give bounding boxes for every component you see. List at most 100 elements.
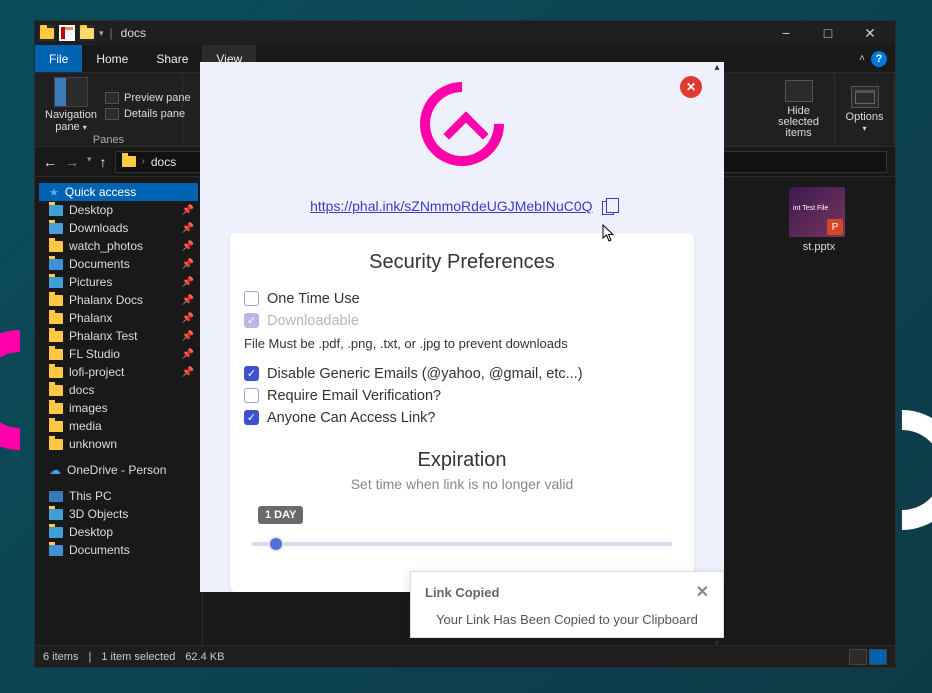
help-icon[interactable]: ? [871,51,887,67]
checkbox-icon[interactable] [244,410,259,425]
titlebar-divider: | [110,26,113,40]
quick-access-toolbar: ▾ [39,25,104,41]
nav-forward-icon[interactable]: → [65,154,79,170]
options-icon [851,86,879,108]
pin-icon: 📌 [182,349,194,360]
checkbox-icon [244,313,259,328]
pin-icon: 📌 [182,223,194,234]
sidebar-item-media[interactable]: media [35,417,202,435]
maximize-button[interactable]: □ [807,21,849,45]
checkbox-icon[interactable] [244,366,259,381]
cursor-icon [602,224,616,242]
folder-icon [49,439,63,450]
sidebar-item-docs[interactable]: docs [35,381,202,399]
nav-back-icon[interactable]: ← [43,154,57,170]
sidebar-pc-documents[interactable]: Documents [35,541,202,559]
folder-icon [49,331,63,342]
tab-file[interactable]: File [35,45,82,72]
properties-icon[interactable] [59,25,75,41]
folder-icon [49,403,63,414]
navigation-pane-label[interactable]: Navigation pane [45,109,97,133]
view-details-icon[interactable] [849,649,867,665]
toast-link-copied: Link Copied ✕ Your Link Has Been Copied … [410,571,724,638]
sidebar-item-watch-photos[interactable]: watch_photos📌 [35,237,202,255]
pptx-thumbnail-icon: int Test File [789,187,845,237]
opt-downloadable: Downloadable [244,310,680,332]
sidebar-onedrive[interactable]: ☁OneDrive - Person [35,461,202,479]
sidebar-item-documents[interactable]: Documents📌 [35,255,202,273]
sidebar-item-phalanx-docs[interactable]: Phalanx Docs📌 [35,291,202,309]
options-label[interactable]: Options [846,111,884,123]
view-large-icons-icon[interactable] [869,649,887,665]
sidebar-item-pictures[interactable]: Pictures📌 [35,273,202,291]
sidebar-item-phalanx-test[interactable]: Phalanx Test📌 [35,327,202,345]
toast-close-icon[interactable]: ✕ [696,582,709,602]
qat-dropdown-icon[interactable]: ▾ [99,28,104,39]
ribbon-right-controls: ˄ ? [851,45,895,72]
status-size: 62.4 KB [185,651,224,663]
sidebar-item-desktop[interactable]: Desktop📌 [35,201,202,219]
3d-objects-icon [49,509,63,520]
sidebar-quick-access[interactable]: ★ Quick access [39,183,198,201]
titlebar[interactable]: ▾ | docs − □ ✕ [35,21,895,45]
sidebar-item-images[interactable]: images [35,399,202,417]
folder-icon [49,223,63,234]
copy-icon[interactable] [602,201,614,215]
sidebar-item-unknown[interactable]: unknown [35,435,202,453]
sidebar: ★ Quick access Desktop📌 Downloads📌 watch… [35,177,203,645]
sidebar-pc-desktop[interactable]: Desktop [35,523,202,541]
modal-scrollbar[interactable]: ▴ ▾ [710,62,724,652]
tab-home[interactable]: Home [82,45,142,72]
folder-icon [49,313,63,324]
preview-pane-toggle[interactable]: Preview pane [105,92,191,104]
folder-icon [49,385,63,396]
scroll-up-icon[interactable]: ▴ [710,62,724,76]
window-close-button[interactable]: ✕ [849,21,891,45]
folder-icon [49,241,63,252]
checkbox-icon[interactable] [244,388,259,403]
sidebar-3d-objects[interactable]: 3D Objects [35,505,202,523]
hide-selected-icon [785,80,813,102]
sidebar-item-fl-studio[interactable]: FL Studio📌 [35,345,202,363]
new-folder-icon[interactable] [79,25,95,41]
opt-disable-generic-emails[interactable]: Disable Generic Emails (@yahoo, @gmail, … [244,363,680,385]
sidebar-item-lofi-project[interactable]: lofi-project📌 [35,363,202,381]
expiration-slider[interactable]: 1 DAY [244,512,680,562]
file-item-pptx[interactable]: int Test File st.pptx [789,187,849,253]
opt-one-time-use[interactable]: One Time Use [244,288,680,310]
toast-body: Your Link Has Been Copied to your Clipbo… [425,612,709,627]
scroll-down-icon[interactable]: ▾ [710,638,724,652]
sidebar-this-pc[interactable]: This PC [35,487,202,505]
nav-up-icon[interactable]: ↑ [100,154,107,170]
slider-thumb[interactable] [268,536,284,552]
share-link[interactable]: https://phal.ink/sZNmmoRdeUGJMebINuC0Q [310,198,592,214]
folder-icon [49,295,63,306]
panes-group-label: Panes [45,134,172,146]
modal-close-button[interactable]: ✕ [680,76,702,98]
expiration-subtitle: Set time when link is no longer valid [244,476,680,492]
pin-icon: 📌 [182,367,194,378]
collapse-ribbon-icon[interactable]: ˄ [859,53,865,64]
pictures-icon [49,277,63,288]
desktop-icon [49,527,63,538]
tab-share[interactable]: Share [142,45,202,72]
download-note: File Must be .pdf, .png, .txt, or .jpg t… [244,336,680,351]
phalanx-logo [420,82,504,166]
slider-tooltip: 1 DAY [258,506,303,524]
hide-selected-label[interactable]: Hide selected items [773,106,824,139]
opt-anyone-can-access[interactable]: Anyone Can Access Link? [244,407,680,429]
opt-require-email-verification[interactable]: Require Email Verification? [244,385,680,407]
documents-icon [49,259,63,270]
checkbox-icon[interactable] [244,291,259,306]
sidebar-item-phalanx[interactable]: Phalanx📌 [35,309,202,327]
address-folder-icon [122,156,136,167]
minimize-button[interactable]: − [765,21,807,45]
sidebar-item-downloads[interactable]: Downloads📌 [35,219,202,237]
desktop-icon [49,205,63,216]
details-pane-toggle[interactable]: Details pane [105,108,191,120]
folder-icon [39,25,55,41]
slider-track[interactable] [252,542,672,546]
folder-icon [49,421,63,432]
nav-history-icon[interactable]: ▾ [87,154,92,170]
security-title: Security Preferences [244,251,680,274]
